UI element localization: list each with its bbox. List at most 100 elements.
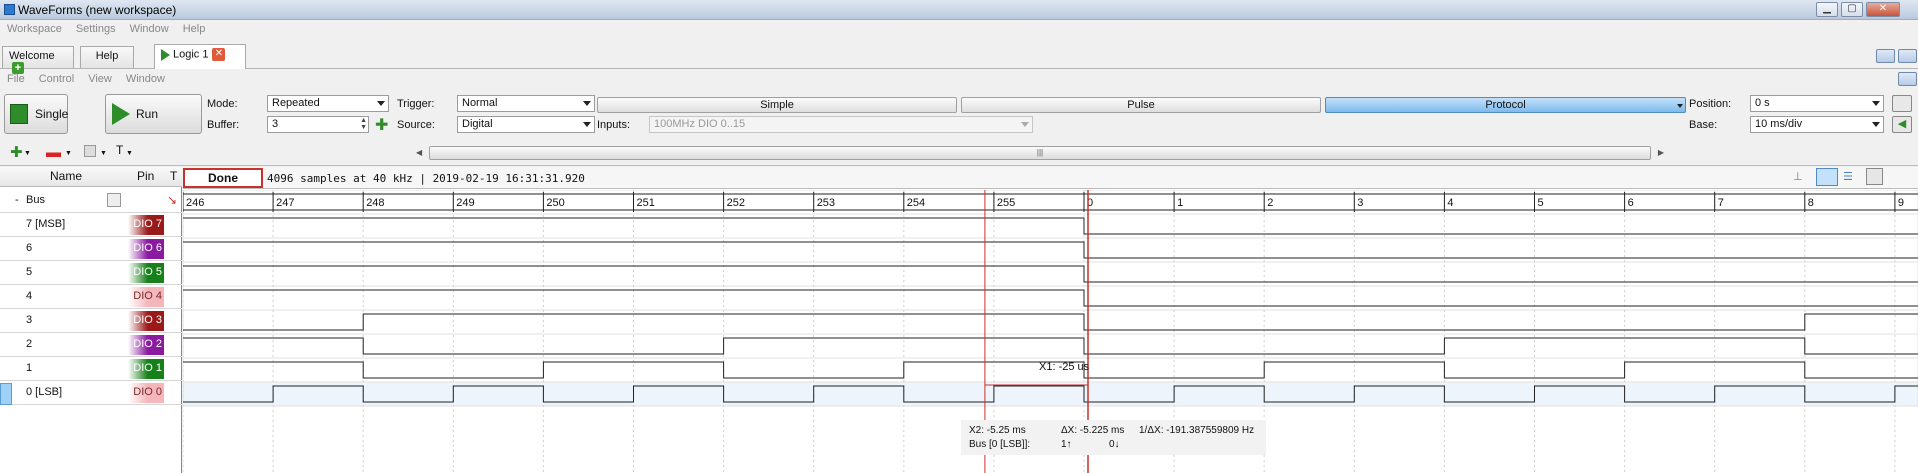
buffer-stepper[interactable]: 3 ▲ ▼ [267, 116, 369, 133]
tab-logic-1[interactable]: Logic 1 ✕ [154, 44, 246, 69]
chevron-down-icon [583, 122, 591, 127]
signal-name: 0 [LSB] [26, 386, 63, 398]
minimize-button[interactable]: ▁ [1816, 2, 1838, 17]
cursor-x1-label: X1: -25 us [1039, 361, 1090, 373]
signal-list-panel: Name Pin T - Bus ↘ 7 [MSB] DIO 7 6 DIO 6 5 DI… [0, 167, 182, 473]
tab-help[interactable]: Help [80, 46, 134, 68]
signal-row[interactable]: 3 DIO 3 [0, 309, 182, 333]
bus-collapse-toggle[interactable]: - [15, 194, 19, 206]
dock-layout-icon[interactable] [1876, 49, 1895, 63]
chevron-down-icon[interactable]: ▼ [126, 150, 133, 157]
cursor-tool-icon[interactable]: ⊥ [1793, 170, 1803, 183]
menu-window[interactable]: Window [123, 21, 176, 37]
source-select[interactable]: Digital [457, 116, 595, 133]
trigger-value: Normal [462, 97, 498, 109]
list-view-icon[interactable]: ☰ [1843, 170, 1853, 183]
signal-row[interactable]: 5 DIO 5 [0, 261, 182, 285]
measurement-box: X2: -5.25 ms ΔX: -5.225 ms 1/ΔX: -191.38… [961, 420, 1266, 455]
inputs-label: Inputs: [597, 119, 631, 131]
source-label: Source: [397, 119, 435, 131]
menu-settings[interactable]: Settings [69, 21, 123, 37]
source-value: Digital [462, 118, 493, 130]
bus-row[interactable]: - Bus ↘ [0, 189, 182, 213]
chevron-down-icon[interactable]: ▼ [65, 150, 72, 157]
base-select[interactable]: 10 ms/div [1750, 116, 1884, 133]
menu-help[interactable]: Help [176, 21, 213, 37]
split-layout-icon[interactable] [1898, 49, 1917, 63]
position-input[interactable]: 0 s [1750, 95, 1884, 112]
trigger-protocol-label: Protocol [1485, 99, 1526, 111]
signal-name: 1 [26, 362, 33, 374]
scroll-left-icon[interactable]: ◀ [416, 147, 422, 159]
bus-value-label: 250 [546, 197, 564, 209]
signal-name: 2 [26, 338, 33, 350]
menu-workspace[interactable]: Workspace [0, 21, 69, 37]
menu-window-2[interactable]: Window [119, 71, 172, 87]
measure-inv-dx: 1/ΔX: -191.387559809 Hz [1139, 425, 1255, 436]
tab-welcome[interactable]: Welcome+ [2, 46, 74, 75]
bus-value-label: 255 [997, 197, 1015, 209]
type-menu[interactable]: T [116, 143, 123, 157]
menu-file[interactable]: File [0, 71, 32, 87]
run-label: Run [136, 107, 159, 121]
bus-value-label: 4 [1447, 197, 1453, 209]
chevron-down-icon [583, 101, 591, 106]
add-channel-icon[interactable]: ✚ [10, 143, 23, 161]
scrollbar-grip: ||| [1036, 148, 1044, 157]
undock-icon[interactable] [1898, 72, 1917, 86]
signal-row[interactable]: 4 DIO 4 [0, 285, 182, 309]
signal-name: 4 [26, 290, 33, 302]
chevron-down-icon[interactable]: ▼ [100, 150, 107, 157]
waveform-plot[interactable]: Done 4096 samples at 40 kHz | 2019-02-19… [183, 167, 1918, 473]
run-button[interactable]: Run [105, 94, 202, 134]
spin-arrows-icon: ▲ ▼ [360, 117, 367, 131]
signal-pin: DIO 1 [128, 359, 164, 379]
trigger-select[interactable]: Normal [457, 95, 595, 112]
autoscale-icon[interactable] [1892, 95, 1912, 112]
add-buffer-icon[interactable]: ✚ [375, 115, 388, 135]
close-icon[interactable]: ✕ [212, 48, 226, 61]
signal-row[interactable]: 1 DIO 1 [0, 357, 182, 381]
settings-icon[interactable] [1866, 168, 1883, 185]
trigger-edge-icon[interactable]: ↘ [167, 193, 177, 207]
signal-row[interactable]: 2 DIO 2 [0, 333, 182, 357]
remove-channel-icon[interactable]: ▬ [46, 144, 61, 161]
edit-icon[interactable] [84, 145, 96, 157]
single-label: Single [35, 107, 69, 121]
single-button[interactable]: Single [4, 94, 68, 134]
signal-pin: DIO 4 [128, 287, 164, 307]
bus-value-label: 251 [637, 197, 655, 209]
chevron-down-icon[interactable]: ▼ [24, 150, 31, 157]
signal-row[interactable]: 6 DIO 6 [0, 237, 182, 261]
bus-value-label: 1 [1177, 197, 1183, 209]
trigger-pulse-button[interactable]: Pulse [961, 97, 1321, 113]
maximize-button[interactable]: ▢ [1841, 2, 1863, 17]
base-value: 10 ms/div [1755, 118, 1803, 130]
inputs-value: 100MHz DIO 0..15 [654, 118, 746, 130]
trigger-simple-label: Simple [760, 99, 794, 111]
trigger-simple-button[interactable]: Simple [597, 97, 957, 113]
measure-falling: 0↓ [1109, 439, 1120, 450]
signal-name: 3 [26, 314, 33, 326]
menu-view[interactable]: View [81, 71, 119, 87]
mode-select[interactable]: Repeated [267, 95, 389, 112]
close-window-button[interactable]: ✕ [1866, 2, 1900, 17]
signal-name: 5 [26, 266, 33, 278]
signal-row[interactable]: 0 [LSB] DIO 0 [0, 381, 182, 405]
inputs-select[interactable]: 100MHz DIO 0..15 [649, 116, 1033, 133]
bus-value-label: 8 [1808, 197, 1814, 209]
trigger-protocol-button[interactable]: Protocol [1325, 97, 1686, 113]
view-mode-icon[interactable] [1816, 168, 1838, 186]
signal-pin: DIO 6 [128, 239, 164, 259]
bus-value-label: 254 [907, 197, 925, 209]
trigger-pulse-label: Pulse [1127, 99, 1155, 111]
bus-name: Bus [26, 194, 45, 206]
single-icon [10, 104, 28, 124]
bus-edit-icon[interactable] [107, 193, 121, 207]
scroll-right-icon[interactable]: ▶ [1658, 147, 1664, 159]
measure-x2: X2: -5.25 ms [969, 425, 1026, 436]
signal-row[interactable]: 7 [MSB] DIO 7 [0, 213, 182, 237]
arrow-left-icon[interactable]: ◀ [1892, 116, 1912, 133]
horizontal-scrollbar[interactable]: ◀ ||| ▶ [416, 146, 1664, 160]
menu-control[interactable]: Control [32, 71, 81, 87]
